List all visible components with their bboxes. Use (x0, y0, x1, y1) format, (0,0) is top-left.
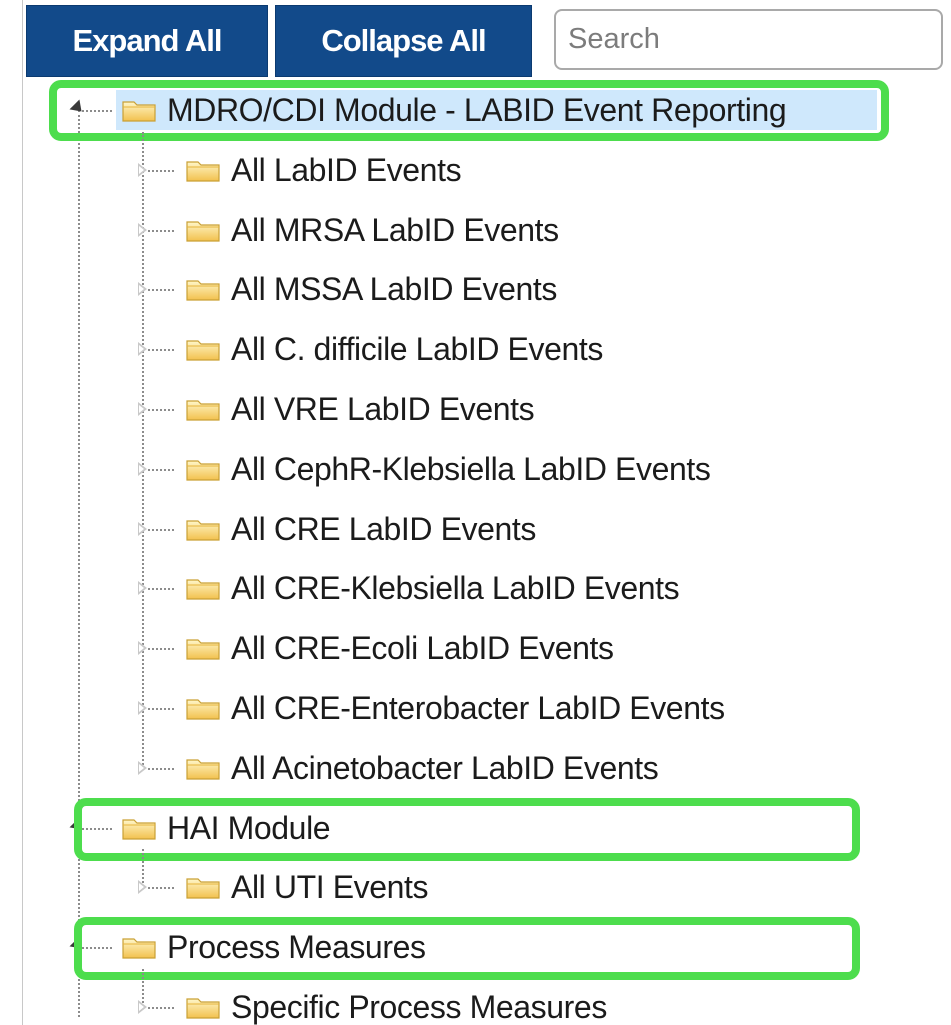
folder-icon (122, 938, 156, 959)
collapsed-toggle-icon[interactable] (138, 342, 147, 357)
tree-child-node[interactable]: All LabID Events (186, 150, 462, 190)
tree-child-label: All C. difficile LabID Events (231, 331, 603, 368)
tree-child-node[interactable]: Specific Process Measures (186, 987, 607, 1025)
tree-child-label: All MSSA LabID Events (231, 271, 557, 308)
tree-child-node[interactable]: All CephR-Klebsiella LabID Events (186, 449, 711, 489)
tree-child-label: All CephR-Klebsiella LabID Events (231, 450, 711, 487)
tree-child-node[interactable]: All CRE-Klebsiella LabID Events (186, 568, 680, 608)
tree-group-label: HAI Module (167, 809, 331, 846)
tree-connector (148, 468, 174, 471)
report-tree: MDRO/CDI Module - LABID Event Reporting A… (0, 0, 951, 1025)
collapsed-toggle-icon[interactable] (138, 402, 147, 416)
tree-connector (78, 110, 112, 112)
tree-child-label: All UTI Events (231, 869, 429, 906)
folder-icon (186, 579, 220, 600)
folder-icon (186, 220, 220, 242)
tree-connector (148, 1007, 174, 1009)
collapsed-toggle-icon[interactable] (138, 760, 147, 775)
tree-connector (78, 947, 112, 950)
folder-icon (186, 400, 220, 421)
report-tree-panel: Expand All Collapse All MDRO/CDI Module … (0, 0, 951, 1025)
collapsed-toggle-icon[interactable] (138, 282, 147, 297)
tree-child-label: All MRSA LabID Events (231, 211, 559, 248)
tree-child-node[interactable]: All CRE-Enterobacter LabID Events (186, 688, 725, 728)
tree-group-node[interactable]: HAI Module (122, 808, 336, 848)
tree-connector (148, 648, 174, 651)
tree-group-label: Process Measures (167, 929, 426, 966)
collapsed-toggle-icon[interactable] (138, 162, 147, 177)
tree-child-node[interactable]: All C. difficile LabID Events (186, 329, 603, 369)
tree-child-label: All Acinetobacter LabID Events (231, 749, 659, 786)
tree-connector (148, 588, 174, 591)
tree-connector (148, 289, 174, 292)
folder-icon (186, 699, 220, 720)
collapsed-toggle-icon[interactable] (138, 1000, 147, 1014)
collapsed-toggle-icon[interactable] (138, 880, 147, 895)
tree-child-node[interactable]: All MSSA LabID Events (186, 269, 557, 309)
folder-icon (122, 818, 156, 840)
expanded-toggle-icon[interactable] (69, 936, 87, 954)
folder-icon (186, 460, 220, 481)
tree-child-node[interactable]: All MRSA LabID Events (186, 210, 559, 250)
tree-child-node[interactable]: All Acinetobacter LabID Events (186, 748, 659, 788)
tree-child-label: All LabID Events (231, 151, 462, 188)
tree-guide-line (78, 110, 80, 1017)
tree-connector (148, 528, 174, 531)
collapsed-toggle-icon[interactable] (138, 641, 147, 656)
tree-group-node[interactable]: Process Measures (122, 927, 432, 967)
folder-icon (186, 161, 220, 182)
collapsed-toggle-icon[interactable] (138, 461, 147, 476)
tree-child-label: All VRE LabID Events (231, 391, 535, 427)
tree-child-node[interactable]: All UTI Events (186, 867, 429, 907)
folder-icon (122, 101, 156, 122)
folder-icon (186, 639, 220, 660)
expanded-toggle-icon[interactable] (69, 99, 87, 117)
tree-connector (148, 349, 174, 352)
tree-child-node[interactable]: All CRE LabID Events (186, 509, 536, 549)
tree-connector (148, 229, 174, 232)
folder-icon (186, 280, 220, 301)
tree-group-label: MDRO/CDI Module - LABID Event Reporting (167, 92, 787, 128)
tree-connector (148, 409, 174, 411)
tree-connector (148, 708, 174, 710)
tree-child-label: Specific Process Measures (231, 989, 607, 1025)
expanded-toggle-icon[interactable] (69, 817, 87, 835)
tree-connector (148, 767, 174, 770)
folder-icon (186, 998, 220, 1019)
tree-group-node[interactable]: MDRO/CDI Module - LABID Event Reporting (122, 90, 792, 130)
folder-icon (186, 340, 220, 361)
tree-connector (148, 169, 174, 172)
tree-child-label: All CRE-Klebsiella LabID Events (231, 570, 680, 607)
tree-child-label: All CRE LabID Events (231, 510, 537, 547)
folder-icon (186, 759, 220, 780)
folder-icon (186, 878, 220, 899)
collapsed-toggle-icon[interactable] (138, 581, 147, 596)
collapsed-toggle-icon[interactable] (138, 701, 147, 715)
tree-child-label: All CRE-Ecoli LabID Events (231, 630, 614, 667)
collapsed-toggle-icon[interactable] (138, 222, 147, 237)
tree-child-node[interactable]: All VRE LabID Events (186, 389, 535, 429)
tree-child-label: All CRE-Enterobacter LabID Events (231, 690, 725, 726)
folder-icon (186, 519, 220, 541)
tree-connector (148, 887, 174, 890)
collapsed-toggle-icon[interactable] (138, 521, 147, 536)
tree-child-node[interactable]: All CRE-Ecoli LabID Events (186, 628, 614, 668)
